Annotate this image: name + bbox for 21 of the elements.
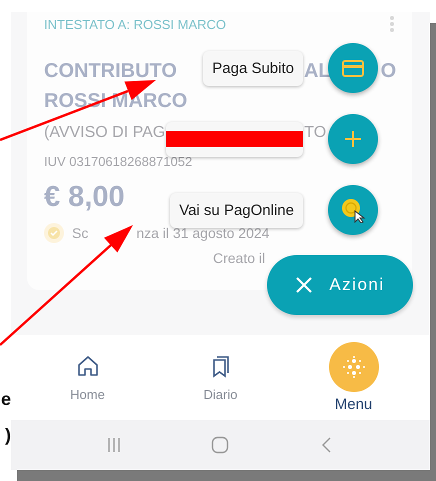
action-label[interactable]: Vai su PagOnline (170, 192, 303, 228)
title-text: CONTRIBUTO (44, 60, 177, 82)
menu-icon (328, 342, 378, 392)
created-text: Creato il (213, 250, 266, 266)
title-text: O (380, 60, 396, 82)
iuv-code: IUV 03170618268871052 (44, 153, 192, 171)
annotation-text: e (0, 388, 11, 411)
annotation-text: ) (5, 424, 11, 447)
coin-cursor-icon (340, 197, 366, 223)
subtitle-text: TO (304, 124, 326, 142)
check-circle-icon (44, 223, 64, 243)
nav-tab[interactable]: Menu (308, 335, 398, 420)
amount-text: € 8,00 (44, 180, 125, 215)
close-icon (295, 276, 314, 294)
action-label[interactable]: Paga Subito (203, 50, 303, 86)
more-icon[interactable] (389, 15, 395, 33)
subtitle-text: (AVVISO DI PAG (44, 124, 166, 142)
home-button-icon[interactable] (210, 435, 230, 455)
due-date-text: nza il 31 agosto 2024 (136, 225, 270, 241)
due-date-text: Sc (72, 225, 88, 241)
holder-label: INTESTATO A: ROSSI MARCO (44, 16, 226, 32)
